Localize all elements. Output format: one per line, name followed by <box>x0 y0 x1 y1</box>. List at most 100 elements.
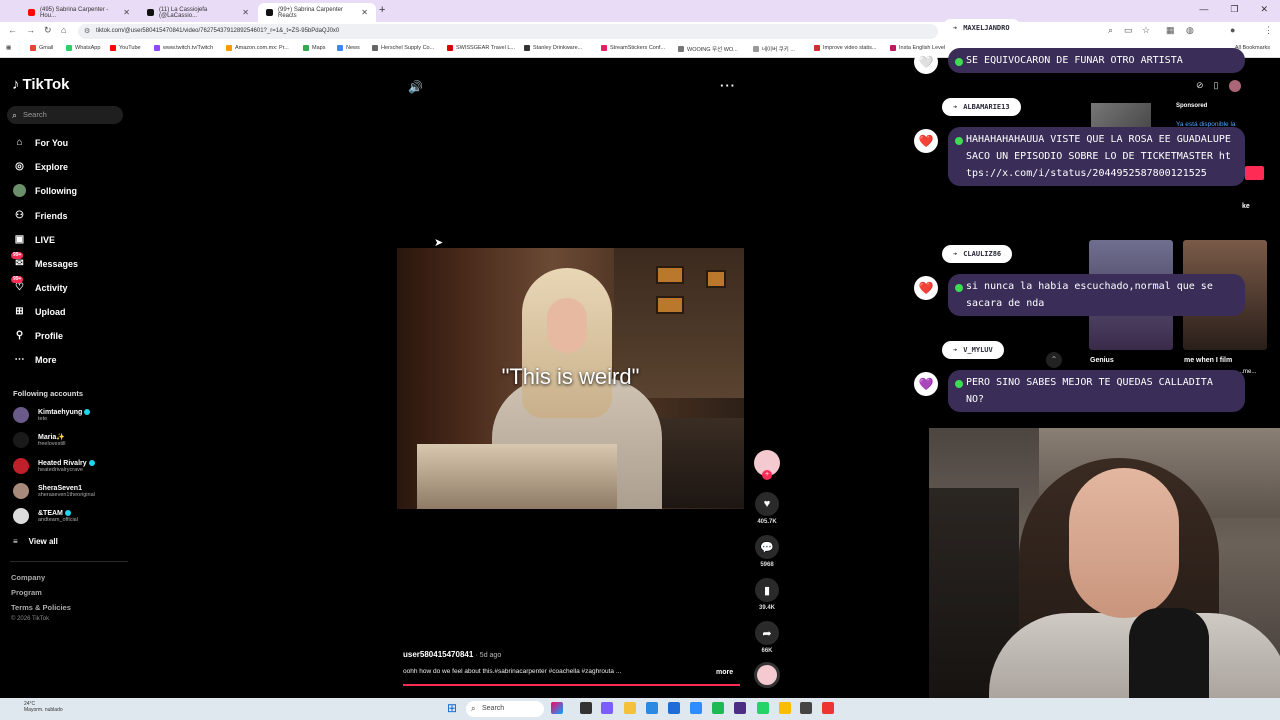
view-all-link[interactable]: ≡ View all <box>13 537 58 546</box>
bookmark-icon[interactable]: ▮ <box>755 578 779 602</box>
browser-menu-icon[interactable]: ⋮ <box>1264 25 1273 36</box>
apps-icon[interactable]: ▦ <box>6 45 11 51</box>
following-account[interactable]: SheraSeven1 sheraseven1theoriginal <box>13 483 95 499</box>
creator-avatar[interactable]: + <box>754 450 780 480</box>
taskbar-search[interactable]: ⌕ Search <box>466 701 544 717</box>
bookmark-item[interactable]: News <box>337 45 360 51</box>
video-author[interactable]: user580415470841 · 5d ago <box>403 650 501 659</box>
recommended-video-title[interactable]: me when I film <box>1184 357 1232 364</box>
task-view-icon[interactable] <box>580 702 592 714</box>
nav-messages[interactable]: ✉ 99+ Messages <box>11 252 78 270</box>
app-icon[interactable] <box>822 702 834 714</box>
app-icon[interactable] <box>734 702 746 714</box>
cast-icon[interactable]: ▭ <box>1124 25 1133 36</box>
share-action[interactable]: ➦ 66K <box>755 621 779 654</box>
tiktok-logo[interactable]: ♪ TikTok <box>12 76 69 93</box>
nav-activity[interactable]: ♡ 99+ Activity <box>11 276 68 294</box>
more-options-icon[interactable]: ··· <box>720 78 736 93</box>
like-action[interactable]: ♥ 405.7K <box>755 492 779 525</box>
chrome-icon[interactable] <box>779 702 791 714</box>
heart-icon[interactable]: ♥ <box>755 492 779 516</box>
app-icon[interactable] <box>601 702 613 714</box>
no-icon[interactable]: ⊘ <box>1196 80 1204 92</box>
video-player[interactable]: "This is weird" <box>397 248 744 509</box>
bookmark-item[interactable]: SWISSGEAR Travel L... <box>447 45 515 51</box>
phone-icon[interactable]: ▯ <box>1214 80 1219 92</box>
bookmark-item[interactable]: WhatsApp <box>66 45 100 51</box>
close-window-icon[interactable]: ✕ <box>1260 4 1268 15</box>
search-input[interactable]: ⌕ Search <box>7 106 123 124</box>
back-icon[interactable]: ← <box>8 25 17 35</box>
bookmark-item[interactable]: Insta English Level <box>890 45 945 51</box>
bookmark-item[interactable]: Herschel Supply Co... <box>372 45 434 51</box>
extension-icon[interactable]: ◍ <box>1186 25 1194 36</box>
app-icon[interactable] <box>800 702 812 714</box>
url-field[interactable]: ⚙ tiktok.com/@user580415470841/video/762… <box>78 24 938 39</box>
minimize-icon[interactable]: — <box>1199 4 1208 15</box>
profile-avatar-icon[interactable]: ● <box>1230 25 1235 35</box>
video-progress-bar[interactable] <box>403 684 740 686</box>
bookmark-item[interactable]: StreamStickers Conf... <box>601 45 665 51</box>
bookmark-item[interactable]: 네이버 쿠키 ... <box>753 45 795 53</box>
scroll-up-icon[interactable]: ⌃ <box>1046 352 1062 368</box>
browser-tab-active[interactable]: (99+) Sabrina Carpenter Reacts ✕ <box>258 3 376 22</box>
close-tab-icon[interactable]: ✕ <box>123 8 130 17</box>
save-action[interactable]: ▮ 39.4K <box>755 578 779 611</box>
bookmark-item[interactable]: www.twitch.tv/Twitch <box>154 45 213 51</box>
browser-tab[interactable]: (495) Sabrina Carpenter - Hou... ✕ <box>20 3 138 22</box>
share-icon[interactable]: ➦ <box>755 621 779 645</box>
more-link[interactable]: more <box>716 669 733 676</box>
spotify-icon[interactable] <box>712 702 724 714</box>
reload-icon[interactable]: ↻ <box>44 25 52 36</box>
footer-link[interactable]: Program <box>11 588 42 597</box>
nav-more[interactable]: ⋯ More <box>13 353 57 366</box>
close-tab-icon[interactable]: ✕ <box>361 8 368 17</box>
footer-link[interactable]: Company <box>11 573 45 582</box>
bookmark-item[interactable]: YouTube <box>110 45 141 51</box>
whatsapp-icon[interactable] <box>757 702 769 714</box>
zoom-icon[interactable]: ⌕ <box>1108 25 1113 36</box>
site-info-icon[interactable]: ⚙ <box>84 24 90 39</box>
bookmark-item[interactable]: Maps <box>303 45 325 51</box>
nav-profile[interactable]: ⚲ Profile <box>13 329 63 342</box>
user-avatar-icon[interactable] <box>1228 80 1241 92</box>
following-account[interactable]: Maria✨ freelovestill <box>13 432 66 448</box>
home-icon[interactable]: ⌂ <box>61 25 66 35</box>
bookmark-star-icon[interactable]: ☆ <box>1142 25 1150 36</box>
nav-live[interactable]: ▣ LIVE <box>13 233 55 246</box>
nav-for-you[interactable]: ⌂ For You <box>13 136 68 149</box>
app-icon[interactable] <box>668 702 680 714</box>
nav-friends[interactable]: ⚇ Friends <box>13 209 68 222</box>
music-disc[interactable] <box>754 662 780 688</box>
volume-icon[interactable]: 🔊 <box>408 80 423 94</box>
zoom-app-icon[interactable] <box>690 702 702 714</box>
follow-plus-icon[interactable]: + <box>762 470 772 480</box>
bookmark-item[interactable]: Stanley Drinkware... <box>524 45 582 51</box>
browser-tab[interactable]: (11) La Cassiojefa (@LaCassio... ✕ <box>139 3 257 22</box>
new-tab-icon[interactable]: + <box>379 4 385 16</box>
extension-icon[interactable]: ▦ <box>1166 25 1175 36</box>
nav-upload[interactable]: ⊞ Upload <box>13 305 65 318</box>
file-explorer-icon[interactable] <box>624 702 636 714</box>
footer-link[interactable]: Terms & Policies <box>11 603 71 612</box>
following-account[interactable]: Kimtaehyung tete <box>13 407 91 423</box>
bookmark-item[interactable]: Gmail <box>30 45 53 51</box>
windows-start-icon[interactable]: ⊞ <box>447 702 457 714</box>
forward-icon[interactable]: → <box>26 25 35 35</box>
edge-icon[interactable] <box>646 702 658 714</box>
nav-following[interactable]: Following <box>13 184 77 197</box>
nav-explore[interactable]: ◎ Explore <box>13 160 68 173</box>
comment-action[interactable]: 💬 5968 <box>755 535 779 568</box>
recommended-video-title[interactable]: Genius <box>1090 357 1114 364</box>
sponsored-cta-button[interactable] <box>1245 166 1264 180</box>
close-tab-icon[interactable]: ✕ <box>242 8 249 17</box>
bookmark-item[interactable]: Improve video statis... <box>814 45 877 51</box>
weather-widget[interactable]: 24°C Mayorm. nublado <box>24 701 63 713</box>
bookmark-item[interactable]: Amazon.com.mx: Pr... <box>226 45 289 51</box>
maximize-icon[interactable]: ❐ <box>1230 4 1238 15</box>
following-account[interactable]: Heated Rivalry heatedrivalrycrave <box>13 458 95 474</box>
following-account[interactable]: &TEAM andteam_official <box>13 508 78 524</box>
comment-icon[interactable]: 💬 <box>755 535 779 559</box>
widgets-icon[interactable] <box>551 702 563 714</box>
bookmark-item[interactable]: WOOING 무선 WO... <box>678 45 738 53</box>
